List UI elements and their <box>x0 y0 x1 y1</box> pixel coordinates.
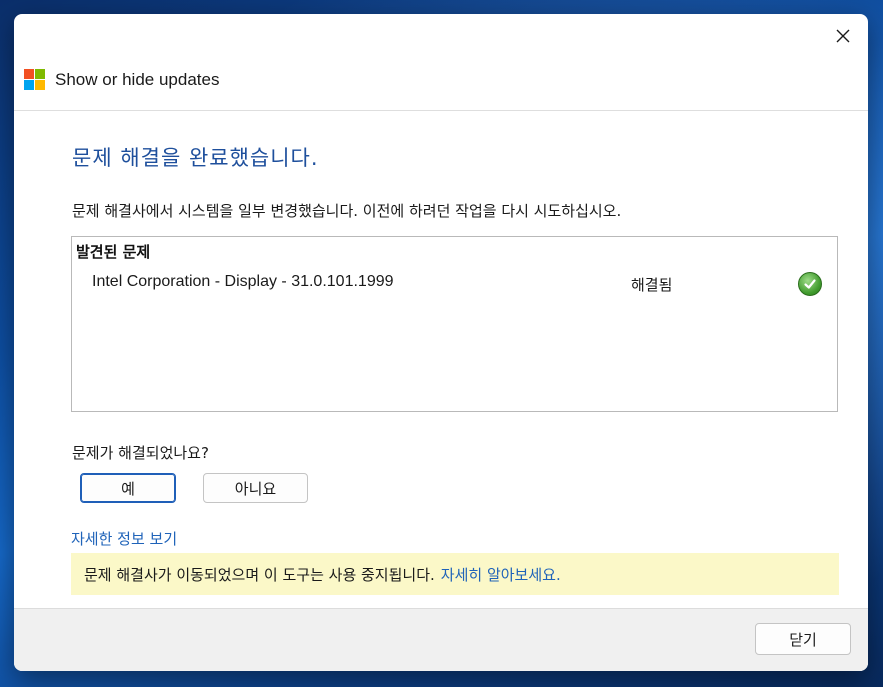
issue-status: 해결됨 <box>631 276 673 294</box>
dialog-header: Show or hide updates <box>14 58 868 111</box>
window-title: Show or hide updates <box>55 70 220 89</box>
dialog-footer: 닫기 <box>14 608 868 671</box>
no-button[interactable]: 아니요 <box>203 473 308 503</box>
view-details-link[interactable]: 자세한 정보 보기 <box>71 528 177 549</box>
title-bar <box>14 14 868 58</box>
deprecation-notice: 문제 해결사가 이동되었으며 이 도구는 사용 중지됩니다. 자세히 알아보세요… <box>71 553 839 595</box>
issues-list: 발견된 문제 Intel Corporation - Display - 31.… <box>71 236 838 412</box>
description-text: 문제 해결사에서 시스템을 일부 변경했습니다. 이전에 하려던 작업을 다시 … <box>72 202 622 220</box>
issue-name: Intel Corporation - Display - 31.0.101.1… <box>92 273 394 290</box>
issues-list-header: 발견된 문제 <box>76 243 151 261</box>
notice-text: 문제 해결사가 이동되었으며 이 도구는 사용 중지됩니다. <box>84 565 435 584</box>
learn-more-link[interactable]: 자세히 알아보세요. <box>441 564 561 585</box>
resolved-question: 문제가 해결되었나요? <box>72 444 209 462</box>
list-item[interactable]: Intel Corporation - Display - 31.0.101.1… <box>72 271 837 301</box>
yes-button[interactable]: 예 <box>80 473 176 503</box>
close-button[interactable]: 닫기 <box>755 623 851 655</box>
close-icon <box>836 29 850 43</box>
troubleshooter-dialog: Show or hide updates 문제 해결을 완료했습니다. 문제 해… <box>14 14 868 671</box>
check-icon <box>798 272 822 296</box>
page-title: 문제 해결을 완료했습니다. <box>72 146 319 170</box>
windows-logo-icon <box>24 69 46 91</box>
close-window-button[interactable] <box>818 14 868 58</box>
